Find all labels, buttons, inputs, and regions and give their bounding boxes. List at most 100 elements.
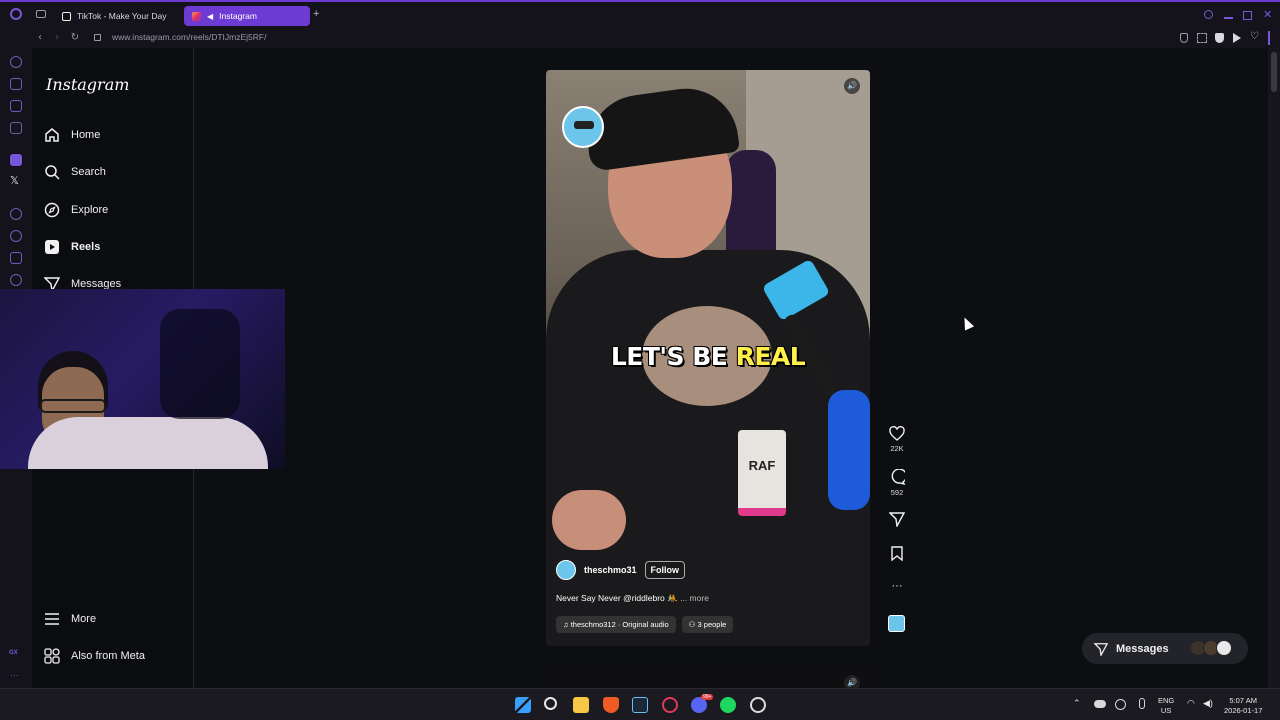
share-button[interactable] [886,512,908,527]
twitch-icon[interactable] [10,154,22,166]
steam-icon[interactable] [632,697,648,713]
settings-icon[interactable] [10,274,22,286]
file-explorer-icon[interactable] [573,697,589,713]
windows-taskbar: 99+ ⌃ ENG US ◠ ◀) 5:07 AM 2026-01-17 [0,688,1280,720]
play-icon[interactable] [1233,33,1241,43]
audio-row: ♫ theschmo312 · Original audio ⚇ 3 peopl… [556,616,734,633]
address-bar: ‹ › ↻ www.instagram.com/reels/DTIJmzEj5R… [0,28,1280,48]
tab-tiktok[interactable]: TikTok - Make Your Day [54,6,180,26]
forward-button[interactable]: › [50,31,64,45]
volume-tray-icon[interactable]: ◀) [1203,698,1213,708]
sidebar-item-explore[interactable]: Explore [44,196,108,224]
avatar [1216,640,1232,656]
language-bottom: US [1160,706,1172,715]
onedrive-icon[interactable] [1094,700,1106,708]
obs-icon[interactable] [750,697,766,713]
heart-icon [889,426,905,441]
sidebar-item-reels[interactable]: Reels [44,233,100,261]
search-icon[interactable] [544,697,557,710]
sidebar-toggle-icon[interactable] [1268,31,1270,45]
caption-yellow: REAL [735,342,806,371]
extensions-icon[interactable] [10,252,22,264]
x-twitter-icon[interactable]: 𝕏 [10,174,19,187]
follow-button[interactable]: Follow [644,561,686,579]
scrollbar-thumb[interactable] [1271,52,1277,92]
next-reel-preview[interactable]: 🔊 [546,667,870,691]
clock-time: 5:07 AM [1229,696,1257,705]
search-tabs-icon[interactable] [1204,10,1213,19]
reel-description: Never Say Never @riddlebro 🤼 ... more [556,593,709,604]
sidebar-item-search[interactable]: Search [44,158,106,186]
sidebar-item-home[interactable]: Home [44,121,100,149]
more-options-button[interactable]: ··· [886,580,908,592]
video-caption: LET'S BE REAL [546,342,870,371]
aria-icon[interactable] [10,56,22,68]
brave-icon[interactable] [603,697,619,713]
music-note-icon: ♫ [563,620,571,629]
description-text: Never Say Never @riddlebro 🤼 [556,593,678,603]
windows-start-icon[interactable] [515,697,531,713]
people-pill[interactable]: ⚇ 3 people [681,616,734,633]
mouse-cursor [959,315,975,331]
maximize-button[interactable] [1243,11,1252,20]
page-scrollbar[interactable] [1268,48,1280,688]
more-link[interactable]: ... more [680,593,709,603]
back-button[interactable]: ‹ [33,31,47,45]
message-avatars [1190,640,1238,656]
paper-plane-icon [889,512,905,527]
show-hidden-icons-icon[interactable]: ⌃ [1073,698,1081,708]
author-avatar[interactable] [556,560,576,580]
chat-icon[interactable] [10,100,22,112]
history-icon[interactable] [10,230,22,242]
url-field[interactable]: www.instagram.com/reels/DTIJmzEj5RF/ [112,32,266,42]
snapshot-icon[interactable] [1197,33,1207,43]
new-tab-button[interactable]: + [313,8,323,20]
save-button[interactable] [886,546,908,561]
webcam-overlay [0,289,285,469]
wifi-icon[interactable]: ◠ [1187,698,1195,708]
instagram-logo[interactable]: Instagram [46,75,129,94]
reel-video[interactable]: RAF 🔊 LET'S BE REAL theschmo31 Follow Ne… [546,70,870,646]
audio-pill[interactable]: ♫ theschmo312 · Original audio [556,616,676,633]
more-options-icon[interactable]: ··· [10,670,19,680]
instagram-tab-icon [192,11,201,21]
workspaces-icon[interactable] [36,10,46,18]
pin-icon[interactable] [1180,33,1188,43]
messenger-icon[interactable] [10,122,22,134]
audio-thumbnail[interactable] [888,615,905,632]
like-button[interactable]: 22K [886,426,908,453]
opera-gx-icon[interactable] [662,697,678,713]
grid-apps-icon [44,648,60,664]
volume-icon[interactable]: 🔊 [844,78,860,94]
video-blue-sleeve [828,390,870,510]
sync-icon[interactable] [1115,699,1126,710]
sidebar-item-label: More [71,613,97,625]
opera-logo-icon[interactable] [10,8,22,20]
player-icon[interactable] [10,208,22,220]
minimize-button[interactable] [1224,17,1233,19]
people-label: 3 people [697,620,727,629]
spotify-icon[interactable] [720,697,736,713]
tab-instagram[interactable]: ◀ Instagram [184,6,310,26]
sidebar-item-also-from-meta[interactable]: Also from Meta [44,642,145,670]
close-window-button[interactable]: ✕ [1263,8,1272,21]
language-top: ENG [1158,696,1175,705]
like-count: 22K [890,444,904,453]
comment-button[interactable]: 592 [886,469,908,497]
speaker-icon: ◀ [207,11,214,21]
caption-white: LET'S BE [610,342,736,371]
heart-bookmark-icon[interactable]: ♡ [1250,31,1259,42]
sidebar-item-more[interactable]: More [44,605,96,633]
clock-date: 2026-01-17 [1224,706,1263,715]
reload-button[interactable]: ↻ [68,31,82,45]
comment-icon [891,469,905,485]
crypto-wallet-icon[interactable] [10,78,22,90]
reel-author-row: theschmo31 Follow [556,560,686,580]
gx-icon[interactable]: GX [9,650,18,656]
clock[interactable]: 5:07 AM 2026-01-17 [1224,696,1262,716]
language-indicator[interactable]: ENG US [1158,696,1174,716]
author-username[interactable]: theschmo31 [584,565,637,575]
microphone-icon[interactable] [1139,698,1145,709]
shield-icon[interactable] [1215,33,1224,43]
messages-bar[interactable]: Messages [1082,633,1248,664]
